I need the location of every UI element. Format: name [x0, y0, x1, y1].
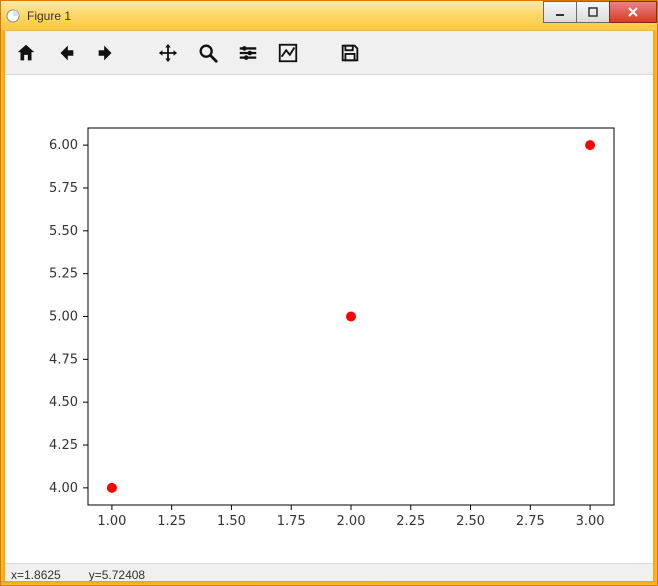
svg-text:5.50: 5.50: [49, 224, 78, 239]
figure-window: Figure 1: [0, 0, 658, 586]
pan-icon: [157, 42, 179, 64]
svg-text:5.25: 5.25: [49, 267, 78, 282]
zoom-button[interactable]: [189, 35, 227, 71]
svg-text:6.00: 6.00: [49, 138, 78, 153]
svg-text:2.50: 2.50: [456, 514, 485, 529]
window-edge: [653, 31, 657, 585]
svg-text:5.00: 5.00: [49, 310, 78, 325]
subplots-button[interactable]: [229, 35, 267, 71]
save-icon: [339, 42, 361, 64]
svg-text:2.75: 2.75: [516, 514, 545, 529]
home-icon: [15, 42, 37, 64]
svg-text:4.00: 4.00: [49, 481, 78, 496]
home-button[interactable]: [7, 35, 45, 71]
svg-text:4.75: 4.75: [49, 352, 78, 367]
minimize-icon: [555, 7, 565, 17]
plot-canvas[interactable]: 1.00 1.25 1.50 1.75 2.00 2.25 2.50 2.75 3.00 4.00…: [4, 76, 654, 561]
svg-text:1.75: 1.75: [277, 514, 306, 529]
data-point: [585, 140, 595, 150]
pan-button[interactable]: [149, 35, 187, 71]
edit-button[interactable]: [269, 35, 307, 71]
save-button[interactable]: [331, 35, 369, 71]
window-edge: [1, 31, 5, 585]
svg-text:5.75: 5.75: [49, 181, 78, 196]
svg-text:3.00: 3.00: [576, 514, 605, 529]
titlebar[interactable]: Figure 1: [1, 1, 657, 31]
window-controls: [544, 1, 657, 30]
window-edge: [1, 581, 657, 585]
maximize-button[interactable]: [576, 1, 610, 23]
status-y: y=5.72408: [89, 568, 145, 582]
window-title: Figure 1: [25, 9, 71, 23]
subplots-icon: [237, 42, 259, 64]
svg-text:2.25: 2.25: [396, 514, 425, 529]
svg-text:1.00: 1.00: [97, 514, 126, 529]
minimize-button[interactable]: [543, 1, 577, 23]
svg-text:1.50: 1.50: [217, 514, 246, 529]
forward-icon: [95, 42, 117, 64]
scatter-plot: 1.00 1.25 1.50 1.75 2.00 2.25 2.50 2.75 3.00 4.00…: [4, 76, 654, 561]
data-point: [107, 483, 117, 493]
zoom-icon: [197, 42, 219, 64]
app-icon: [1, 9, 25, 23]
edit-icon: [277, 42, 299, 64]
svg-text:4.50: 4.50: [49, 395, 78, 410]
back-icon: [55, 42, 77, 64]
close-button[interactable]: [609, 1, 657, 23]
status-x: x=1.8625: [11, 568, 61, 582]
maximize-icon: [588, 7, 598, 17]
toolbar: [1, 31, 657, 75]
svg-text:1.25: 1.25: [157, 514, 186, 529]
svg-text:4.25: 4.25: [49, 438, 78, 453]
forward-button[interactable]: [87, 35, 125, 71]
close-icon: [627, 6, 639, 18]
back-button[interactable]: [47, 35, 85, 71]
svg-text:2.00: 2.00: [337, 514, 366, 529]
data-point: [346, 312, 356, 322]
